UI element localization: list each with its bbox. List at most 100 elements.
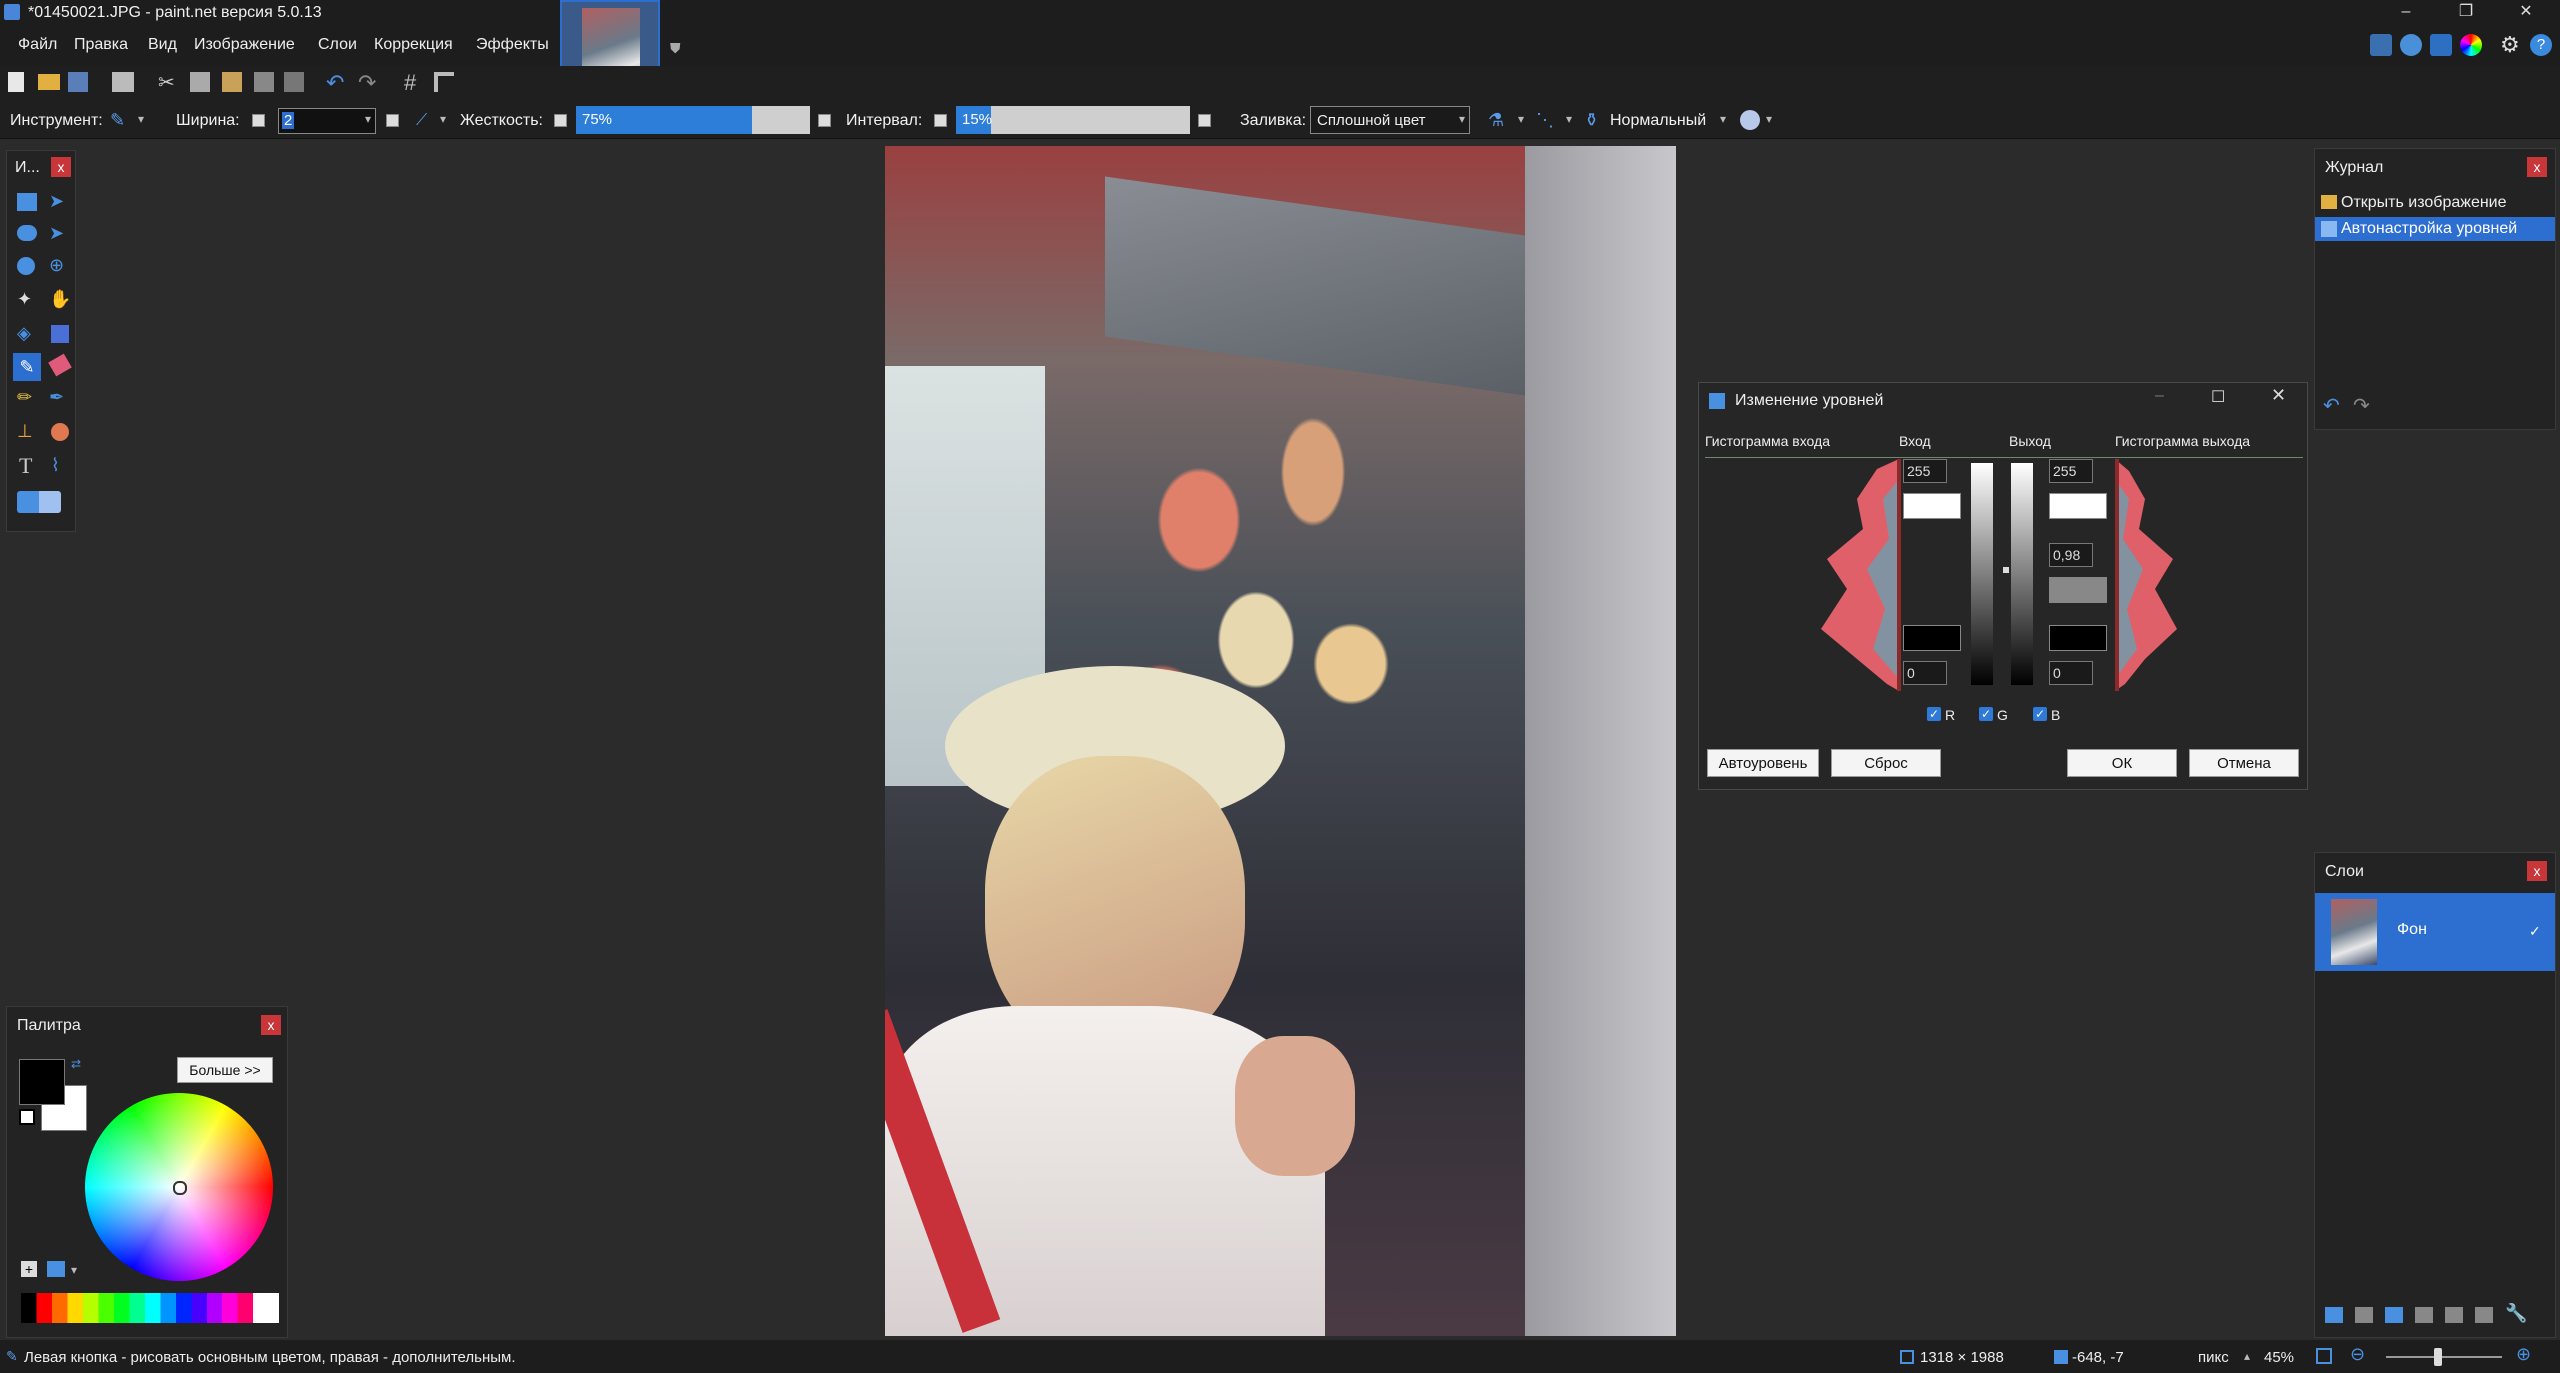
input-high-color[interactable] bbox=[1903, 493, 1961, 519]
input-low-spinner[interactable]: 0 bbox=[1903, 661, 1947, 685]
gradient-icon[interactable] bbox=[51, 325, 69, 343]
output-gamma-color[interactable] bbox=[2049, 577, 2107, 603]
pan-hand-icon[interactable]: ✋ bbox=[49, 289, 71, 310]
palette-close-button[interactable]: x bbox=[261, 1015, 281, 1035]
move-selection-icon[interactable]: ➤ bbox=[49, 223, 64, 244]
fill-select[interactable]: Сплошной цвет ▾ bbox=[1310, 106, 1470, 134]
alpha-mode-icon[interactable] bbox=[1740, 110, 1760, 130]
recolor-icon[interactable] bbox=[51, 423, 69, 441]
blend-mode-value[interactable]: Нормальный bbox=[1610, 112, 1706, 130]
antialias-dropdown-icon[interactable]: ▾ bbox=[440, 112, 446, 126]
color-picker-icon[interactable]: ✒ bbox=[49, 387, 64, 408]
close-window-button[interactable]: ✕ bbox=[2506, 0, 2546, 26]
layer-properties-icon[interactable]: 🔧 bbox=[2505, 1303, 2527, 1324]
menu-adjustments[interactable]: Коррекция bbox=[374, 36, 453, 54]
history-item-auto-levels[interactable]: Автонастройка уровней bbox=[2315, 217, 2555, 241]
tools-window-icon[interactable] bbox=[2370, 34, 2392, 56]
pencil-icon[interactable]: ✏ bbox=[17, 387, 32, 408]
merge-layer-icon[interactable] bbox=[2415, 1307, 2433, 1323]
reset-button[interactable]: Сброс bbox=[1831, 749, 1941, 777]
crop-icon[interactable] bbox=[254, 72, 274, 92]
interval-increase-button[interactable] bbox=[1198, 114, 1211, 127]
units-dropdown-icon[interactable]: ▴ bbox=[2244, 1349, 2250, 1363]
blend-mode-dropdown-icon[interactable]: ▾ bbox=[1720, 112, 1726, 126]
history-window-icon[interactable] bbox=[2400, 34, 2422, 56]
units-select[interactable]: пикс bbox=[2198, 1349, 2229, 1366]
rectangle-select-icon[interactable] bbox=[17, 193, 37, 211]
tool-dropdown-icon[interactable]: ▾ bbox=[138, 112, 144, 126]
zoom-slider-handle[interactable] bbox=[2434, 1348, 2442, 1366]
cut-icon[interactable]: ✂ bbox=[158, 70, 175, 95]
brush-tool-icon[interactable]: ✎ bbox=[110, 110, 125, 131]
width-decrease-button[interactable] bbox=[252, 114, 265, 127]
duplicate-layer-icon[interactable] bbox=[2385, 1307, 2403, 1323]
input-high-spinner[interactable]: 255 bbox=[1903, 459, 1947, 483]
add-color-icon[interactable]: + bbox=[21, 1261, 37, 1277]
zoom-icon[interactable]: ⊕ bbox=[49, 255, 64, 276]
hardness-slider[interactable]: 75% bbox=[576, 106, 810, 134]
hardness-increase-button[interactable] bbox=[818, 114, 831, 127]
shapes-icon[interactable] bbox=[17, 491, 61, 513]
paintbrush-icon[interactable]: ✎ bbox=[13, 353, 41, 381]
history-undo-icon[interactable]: ↶ bbox=[2323, 393, 2340, 418]
blend-mode-icon[interactable]: ⚗ bbox=[1488, 110, 1504, 131]
layers-close-button[interactable]: x bbox=[2527, 861, 2547, 881]
output-low-spinner[interactable]: 0 bbox=[2049, 661, 2093, 685]
save-icon[interactable] bbox=[68, 72, 88, 92]
line-curve-icon[interactable]: ⌇ bbox=[51, 455, 60, 476]
cancel-button[interactable]: Отмена bbox=[2189, 749, 2299, 777]
menu-view[interactable]: Вид bbox=[148, 36, 177, 54]
clone-stamp-icon[interactable]: ⊥ bbox=[17, 421, 33, 442]
ellipse-select-icon[interactable] bbox=[17, 257, 35, 275]
zoom-slider[interactable] bbox=[2386, 1356, 2502, 1358]
zoom-level[interactable]: 45% bbox=[2264, 1349, 2294, 1366]
maximize-button[interactable]: ❐ bbox=[2446, 0, 2486, 26]
ruler-icon[interactable] bbox=[434, 72, 454, 92]
colors-window-icon[interactable] bbox=[2460, 34, 2482, 56]
reset-colors-icon[interactable] bbox=[19, 1109, 35, 1125]
menu-file[interactable]: Файл bbox=[18, 36, 57, 54]
width-increase-button[interactable] bbox=[386, 114, 399, 127]
output-gradient-slider[interactable] bbox=[2011, 463, 2033, 685]
selection-mode-icon[interactable]: ⋱ bbox=[1536, 110, 1554, 131]
layer-blend-icon[interactable]: ⚱ bbox=[1584, 110, 1599, 131]
palette-swatches[interactable] bbox=[21, 1293, 279, 1323]
hardness-decrease-button[interactable] bbox=[554, 114, 567, 127]
menu-effects[interactable]: Эффекты bbox=[476, 36, 549, 54]
move-selected-icon[interactable]: ➤ bbox=[49, 191, 64, 212]
output-high-spinner[interactable]: 255 bbox=[2049, 459, 2093, 483]
output-gamma-handle[interactable] bbox=[2003, 567, 2009, 573]
interval-slider[interactable]: 15% bbox=[956, 106, 1190, 134]
ok-button[interactable]: ОК bbox=[2067, 749, 2177, 777]
dialog-maximize-button[interactable]: ☐ bbox=[2211, 387, 2225, 407]
color-wheel-cursor[interactable] bbox=[173, 1181, 187, 1195]
canvas-image[interactable] bbox=[885, 146, 1676, 1336]
zoom-out-icon[interactable]: ⊖ bbox=[2350, 1344, 2365, 1365]
output-high-color[interactable] bbox=[2049, 493, 2107, 519]
palette-dropdown-icon[interactable]: ▾ bbox=[71, 1263, 77, 1277]
width-dropdown-icon[interactable]: ▾ bbox=[365, 112, 371, 126]
menu-layers[interactable]: Слои bbox=[318, 36, 357, 54]
primary-color-swatch[interactable] bbox=[19, 1059, 65, 1105]
dialog-close-button[interactable]: ✕ bbox=[2271, 385, 2286, 406]
menu-edit[interactable]: Правка bbox=[74, 36, 128, 54]
open-folder-icon[interactable] bbox=[38, 74, 60, 90]
print-icon[interactable] bbox=[112, 72, 134, 92]
delete-layer-icon[interactable] bbox=[2355, 1307, 2373, 1323]
alpha-dropdown-icon[interactable]: ▾ bbox=[1766, 112, 1772, 126]
new-file-icon[interactable] bbox=[8, 72, 24, 92]
auto-level-button[interactable]: Автоуровень bbox=[1707, 749, 1819, 777]
swap-colors-icon[interactable]: ⇄ bbox=[71, 1057, 81, 1071]
blend-dropdown-icon[interactable]: ▾ bbox=[1518, 112, 1524, 126]
undo-icon[interactable]: ↶ bbox=[326, 70, 344, 96]
channel-r-checkbox[interactable]: ✓ bbox=[1927, 707, 1941, 721]
palette-menu-icon[interactable] bbox=[47, 1261, 65, 1277]
channel-b-checkbox[interactable]: ✓ bbox=[2033, 707, 2047, 721]
history-redo-icon[interactable]: ↷ bbox=[2353, 393, 2370, 418]
width-input[interactable]: 2 ▾ bbox=[278, 108, 376, 134]
more-colors-button[interactable]: Больше >> bbox=[177, 1057, 273, 1083]
zoom-in-icon[interactable]: ⊕ bbox=[2516, 1344, 2531, 1365]
tab-dropdown-icon[interactable]: ⛊ bbox=[670, 40, 681, 57]
paint-bucket-icon[interactable]: ◈ bbox=[17, 323, 31, 344]
grid-icon[interactable]: # bbox=[404, 70, 416, 96]
